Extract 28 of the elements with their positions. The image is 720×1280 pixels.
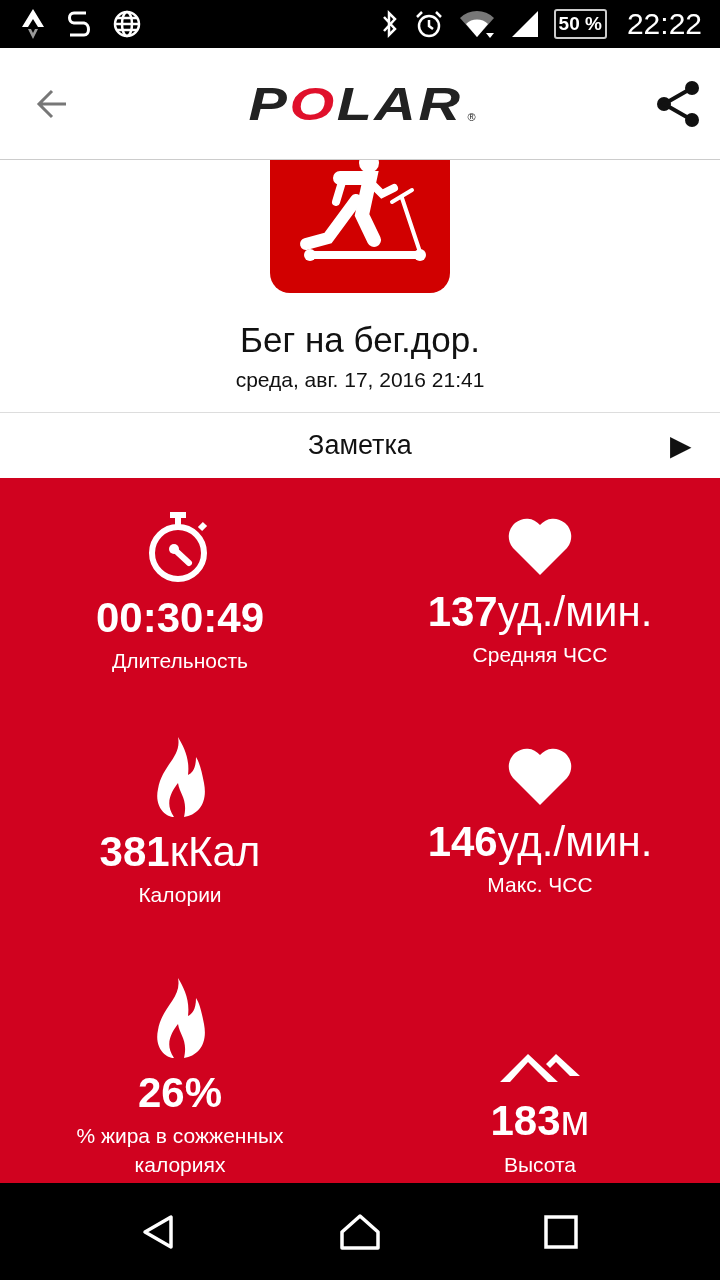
stat-label: Длительность <box>110 647 250 674</box>
battery-percent: 50 % <box>558 13 602 35</box>
stat-value: 381кКал <box>99 828 261 875</box>
stat-label: Высота <box>502 1151 578 1178</box>
stat-label: % жира в сожженных калориях <box>75 1123 285 1178</box>
stat-value: 00:30:49 <box>95 594 265 641</box>
clock-time: 22:22 <box>626 7 702 41</box>
flame-icon <box>154 978 206 1059</box>
stat-label: Макс. ЧСС <box>486 871 594 898</box>
activity-title: Бег на бег.дор. <box>240 320 480 360</box>
stat-value: 26% <box>137 1070 223 1117</box>
arrows-icon <box>20 7 46 41</box>
brand-logo: POLAR <box>249 76 463 131</box>
stat-label: Средняя ЧСС <box>471 641 609 668</box>
play-icon: ▶ <box>670 429 692 462</box>
wifi-icon <box>457 9 496 39</box>
stat-value: 137уд./мин. <box>427 588 653 635</box>
flame-icon <box>154 736 206 817</box>
stat-value: 146уд./мин. <box>427 818 653 865</box>
stat-value: 183м <box>490 1098 590 1145</box>
heart-icon <box>507 746 573 807</box>
registered-mark: ® <box>467 110 476 123</box>
globe-icon <box>112 9 142 39</box>
stat-label: Калории <box>137 881 223 908</box>
activity-date: среда, авг. 17, 2016 21:41 <box>235 368 485 392</box>
treadmill-running-icon <box>270 160 450 293</box>
home-nav-button[interactable] <box>338 1211 382 1252</box>
heart-icon <box>507 516 573 577</box>
